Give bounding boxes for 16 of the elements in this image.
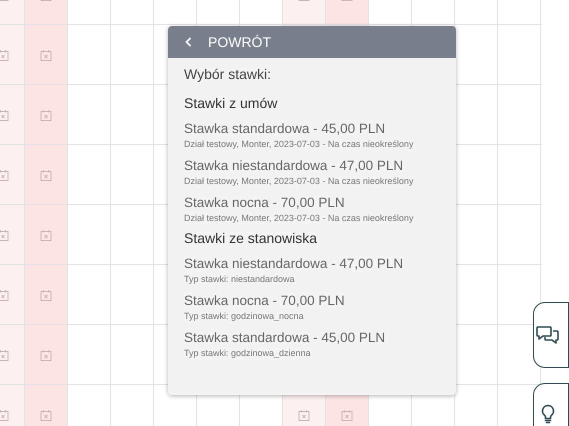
- back-button[interactable]: POWRÓT: [168, 26, 456, 58]
- rate-option[interactable]: Stawka standardowa - 45,00 PLN: [184, 328, 446, 347]
- rate-details: Dział testowy, Monter, 2023-07-03 - Na czas nieokreślony: [184, 138, 414, 151]
- rate-option[interactable]: Stawka standardowa - 45,00 PLN: [184, 119, 446, 138]
- rate-details: Dział testowy, Monter, 2023-07-03 - Na czas nieokreślony: [184, 175, 414, 188]
- rate-details: Typ stawki: niestandardowa: [184, 273, 296, 286]
- rate-option[interactable]: Stawka niestandardowa - 47,00 PLN: [184, 156, 446, 175]
- section-title: Stawki ze stanowiska: [184, 230, 318, 246]
- rate-details: Typ stawki: godzinowa_dzienna: [184, 347, 312, 360]
- rate-option[interactable]: Stawka nocna - 70,00 PLN: [184, 193, 446, 212]
- menu-heading: Wybór stawki:: [184, 66, 272, 82]
- rate-option[interactable]: Stawka niestandardowa - 47,00 PLN: [184, 254, 446, 273]
- rate-option[interactable]: Stawka nocna - 70,00 PLN: [184, 291, 446, 310]
- rate-details: Typ stawki: godzinowa_nocna: [184, 310, 305, 323]
- rate-details: Dział testowy, Monter, 2023-07-03 - Na czas nieokreślony: [184, 212, 414, 225]
- section-title: Stawki z umów: [184, 95, 278, 111]
